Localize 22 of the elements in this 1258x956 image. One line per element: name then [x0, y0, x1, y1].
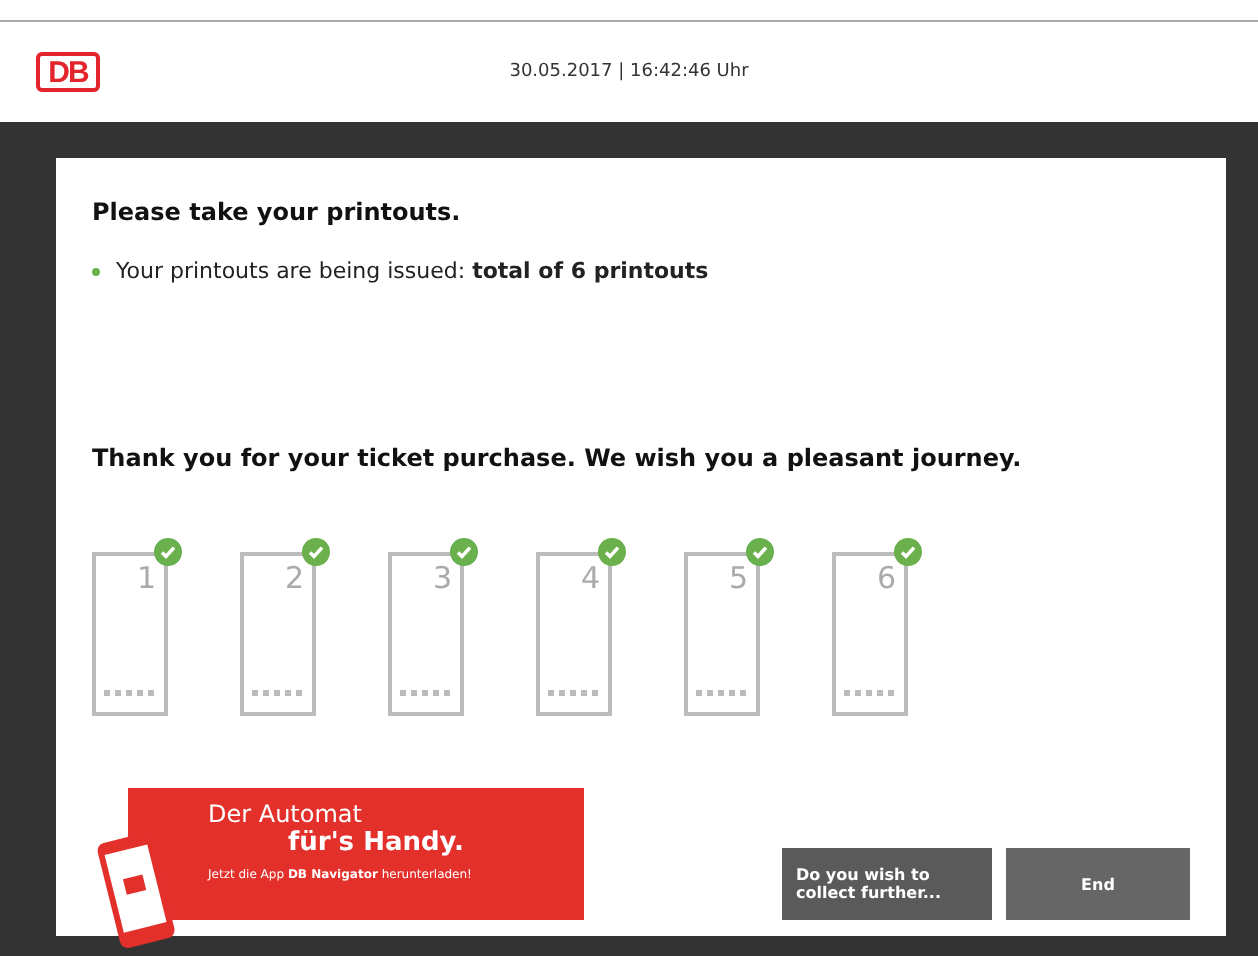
dots-icon	[696, 690, 748, 696]
dots-icon	[104, 690, 156, 696]
bullet-icon	[92, 267, 100, 275]
dialog-title: Please take your printouts.	[92, 198, 463, 226]
banner-subtitle: für's Handy.	[288, 828, 466, 858]
ticket-number: 2	[284, 564, 304, 594]
dots-icon	[548, 690, 600, 696]
ticket-number: 6	[876, 564, 896, 594]
status-text: Your printouts are being issued: total of 6 printouts	[116, 258, 709, 284]
ticket-number: 4	[580, 564, 600, 594]
ticket-number: 5	[728, 564, 748, 594]
thank-you-text: Thank you for your ticket purchase. We wish you a pleasant journey.	[92, 444, 1024, 472]
ticket-number: 3	[432, 564, 452, 594]
db-logo: DB	[36, 52, 100, 92]
date-time: 30.05.2017 | 16:42:46 Uhr	[509, 62, 749, 82]
banner-title: Der Automat	[208, 800, 364, 828]
ticket-number: 1	[136, 564, 156, 594]
collect-further-button[interactable]: Do you wish to collect further...	[782, 848, 992, 920]
dots-icon	[844, 690, 896, 696]
dots-icon	[400, 690, 452, 696]
dots-icon	[252, 690, 304, 696]
end-button[interactable]: End	[1006, 848, 1190, 920]
